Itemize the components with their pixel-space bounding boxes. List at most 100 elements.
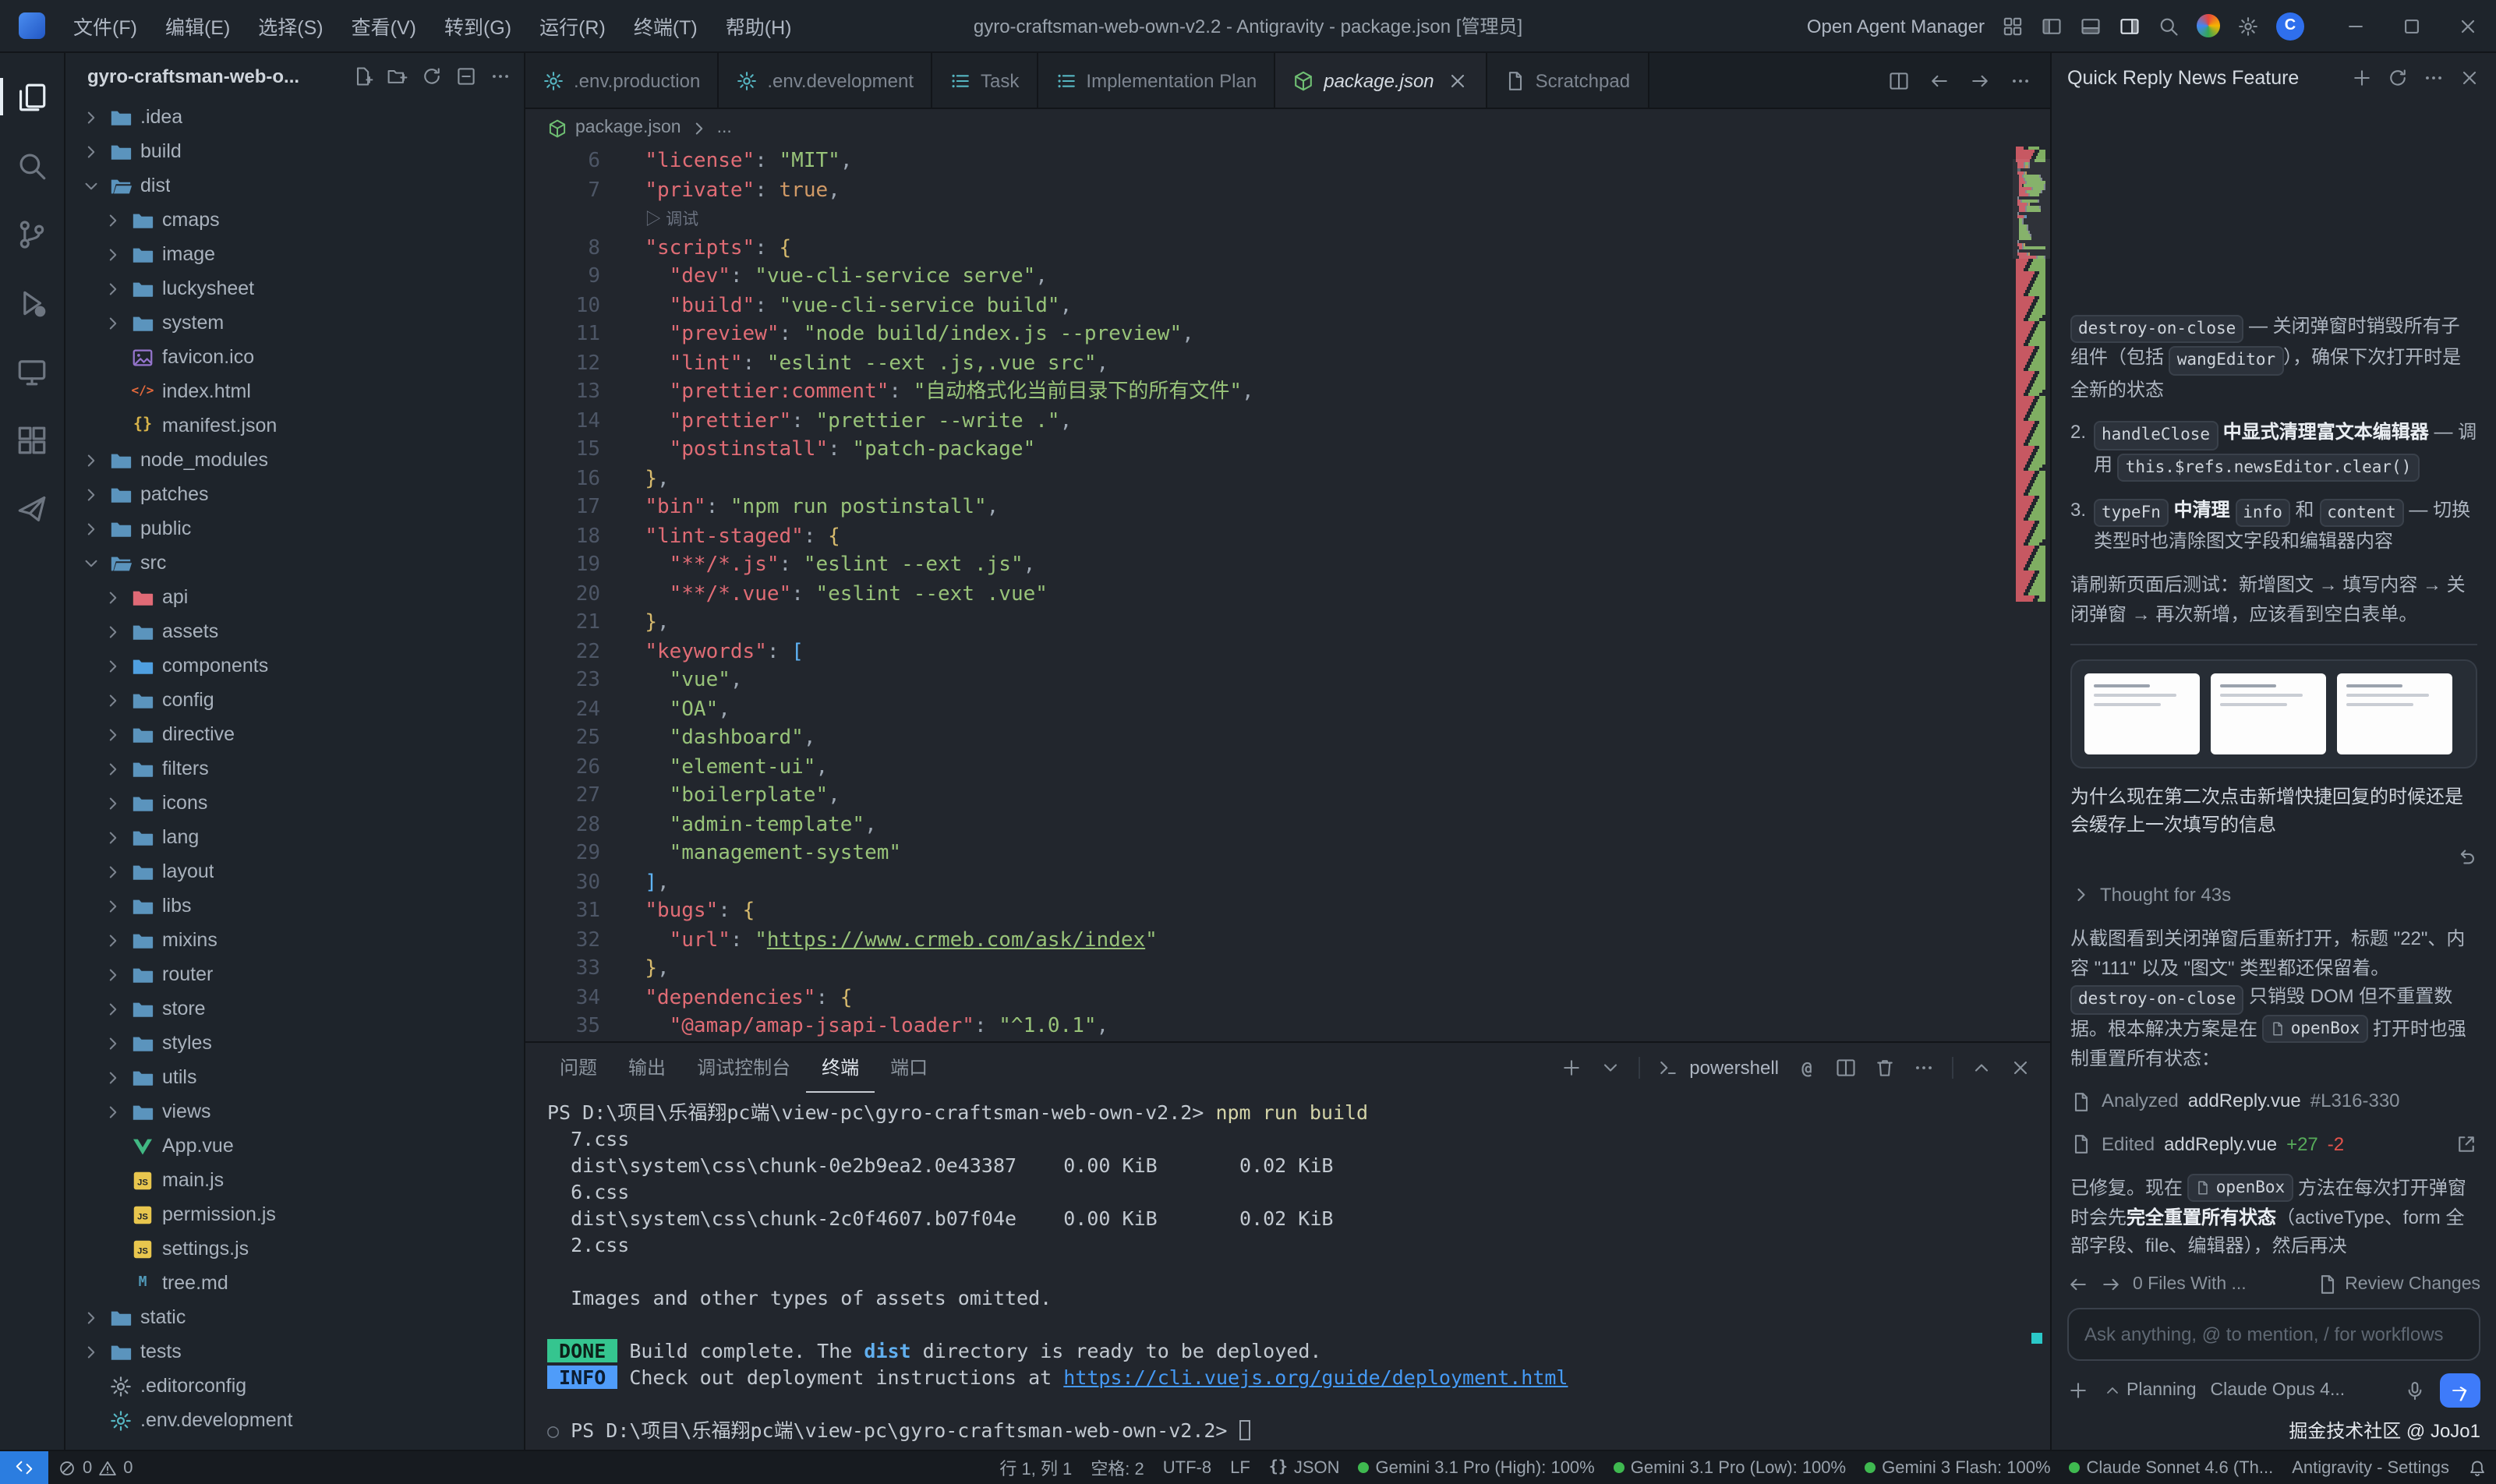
tree-item[interactable]: build — [65, 134, 524, 168]
tree-item[interactable]: image — [65, 237, 524, 271]
breadcrumb-file[interactable]: package.json — [575, 118, 681, 137]
menu-运行(R)[interactable]: 运行(R) — [525, 0, 620, 51]
tree-item[interactable]: tests — [65, 1334, 524, 1369]
activitybar-search[interactable] — [0, 134, 65, 196]
split-terminal-icon[interactable] — [1835, 1057, 1857, 1079]
prev-change-icon[interactable] — [2067, 1274, 2089, 1295]
tree-item[interactable]: assets — [65, 614, 524, 648]
send-button[interactable] — [2440, 1373, 2480, 1408]
model-selector[interactable]: Claude Opus 4... — [2211, 1381, 2346, 1400]
tree-item[interactable]: luckysheet — [65, 271, 524, 306]
panel-tab-调试控制台[interactable]: 调试控制台 — [681, 1043, 806, 1093]
tree-item[interactable]: router — [65, 957, 524, 991]
panel-tab-端口[interactable]: 端口 — [875, 1043, 943, 1093]
screenshot-thumbnail[interactable] — [2211, 673, 2326, 754]
kill-terminal-icon[interactable] — [1874, 1057, 1896, 1079]
attach-icon[interactable] — [2067, 1380, 2089, 1401]
minimize-button[interactable] — [2328, 0, 2384, 52]
new-file-icon[interactable] — [352, 65, 374, 87]
status-item[interactable]: LF — [1221, 1458, 1260, 1477]
mic-icon[interactable] — [2404, 1380, 2426, 1401]
tree-item[interactable]: Mtree.md — [65, 1266, 524, 1300]
tree-item[interactable]: App.vue — [65, 1129, 524, 1163]
tree-item[interactable]: static — [65, 1300, 524, 1334]
navigate-back-icon[interactable] — [1929, 69, 1950, 91]
collapse-folders-icon[interactable] — [455, 65, 477, 87]
symbol-chip[interactable]: openBox — [2263, 1014, 2368, 1043]
menu-文件(F)[interactable]: 文件(F) — [59, 0, 151, 51]
activitybar-remote-explorer[interactable] — [0, 340, 65, 402]
activitybar-agent-launcher[interactable] — [0, 477, 65, 539]
tab-.env.production[interactable]: .env.production — [525, 53, 719, 108]
open-agent-manager-button[interactable]: Open Agent Manager — [1807, 15, 1985, 37]
settings-gear-icon[interactable] — [2237, 15, 2259, 37]
screenshot-thumbnail[interactable] — [2084, 673, 2200, 754]
tree-item[interactable]: lang — [65, 820, 524, 854]
files-changed-label[interactable]: 0 Files With ... — [2133, 1275, 2247, 1294]
tree-item[interactable]: patches — [65, 477, 524, 511]
tree-item[interactable]: icons — [65, 786, 524, 820]
explorer-title[interactable]: gyro-craftsman-web-o... — [87, 65, 340, 87]
tree-item[interactable]: .editorconfig — [65, 1369, 524, 1403]
mode-selector[interactable]: Planning — [2103, 1381, 2197, 1400]
terminal-more-icon[interactable] — [1913, 1057, 1935, 1079]
close-agent-panel-icon[interactable] — [2459, 67, 2480, 89]
toggle-right-panel-icon[interactable] — [2119, 15, 2141, 37]
symbol-chip[interactable]: openBox — [2188, 1173, 2293, 1202]
problems-status[interactable]: 0 0 — [48, 1458, 143, 1477]
status-item[interactable]: Gemini 3.1 Pro (Low): 100% — [1604, 1458, 1855, 1477]
status-item[interactable]: Antigravity - Settings — [2282, 1458, 2459, 1477]
thread-history-icon[interactable] — [2387, 67, 2409, 89]
code-content[interactable]: "license": "MIT", "private": true, ▷ 调试 … — [600, 147, 2013, 1041]
agent-more-icon[interactable] — [2423, 67, 2445, 89]
review-changes-button[interactable]: Review Changes — [2317, 1274, 2480, 1295]
tree-item[interactable]: JSmain.js — [65, 1163, 524, 1197]
minimap-viewport[interactable] — [2013, 159, 2050, 259]
panel-tab-输出[interactable]: 输出 — [613, 1043, 681, 1093]
tree-item[interactable]: libs — [65, 889, 524, 923]
tree-item[interactable]: utils — [65, 1060, 524, 1094]
breadcrumb[interactable]: package.json ... — [525, 109, 2050, 147]
code-editor[interactable]: 6789101112131415161718192021222324252627… — [525, 147, 2050, 1041]
tree-item[interactable]: views — [65, 1094, 524, 1129]
new-terminal-icon[interactable] — [1560, 1057, 1582, 1079]
menu-编辑(E)[interactable]: 编辑(E) — [151, 0, 244, 51]
status-item[interactable]: UTF-8 — [1154, 1458, 1221, 1477]
search-icon[interactable] — [2158, 15, 2180, 37]
activitybar-source-control[interactable] — [0, 203, 65, 265]
new-folder-icon[interactable] — [387, 65, 408, 87]
maximize-button[interactable] — [2384, 0, 2440, 52]
menu-查看(V)[interactable]: 查看(V) — [338, 0, 430, 51]
toggle-bottom-panel-icon[interactable] — [2080, 15, 2102, 37]
retry-icon[interactable] — [2455, 845, 2477, 867]
tab-Implementation Plan[interactable]: Implementation Plan — [1038, 53, 1275, 108]
status-item[interactable]: 空格: 2 — [1081, 1455, 1153, 1480]
panel-tab-终端[interactable]: 终端 — [806, 1043, 875, 1093]
thought-toggle[interactable]: Thought for 43s — [2070, 881, 2477, 910]
tree-item[interactable]: {}manifest.json — [65, 408, 524, 443]
terminal-profile-dropdown-icon[interactable] — [1599, 1057, 1621, 1079]
tab-Scratchpad[interactable]: Scratchpad — [1487, 53, 1649, 108]
tree-item[interactable]: api — [65, 580, 524, 614]
tree-item[interactable]: layout — [65, 854, 524, 889]
menu-终端(T)[interactable]: 终端(T) — [620, 0, 712, 51]
remote-indicator[interactable] — [0, 1451, 48, 1484]
tree-item[interactable]: src — [65, 546, 524, 580]
tree-item[interactable]: directive — [65, 717, 524, 751]
close-tab-icon[interactable] — [1447, 69, 1469, 91]
agent-chat-input[interactable] — [2067, 1308, 2480, 1361]
tree-item[interactable]: styles — [65, 1026, 524, 1060]
new-thread-icon[interactable] — [2351, 67, 2373, 89]
split-editor-icon[interactable] — [1888, 69, 1910, 91]
explorer-more-icon[interactable] — [490, 65, 511, 87]
toggle-left-panel-icon[interactable] — [2041, 15, 2063, 37]
status-item[interactable]: Gemini 3.1 Pro (High): 100% — [1349, 1458, 1604, 1477]
tree-item[interactable]: cmaps — [65, 203, 524, 237]
activitybar-extensions[interactable] — [0, 408, 65, 471]
tab-.env.development[interactable]: .env.development — [719, 53, 932, 108]
activitybar-explorer[interactable] — [0, 65, 65, 128]
tree-item[interactable]: store — [65, 991, 524, 1026]
tree-item[interactable]: node_modules — [65, 443, 524, 477]
tree-item[interactable]: public — [65, 511, 524, 546]
activitybar-run-debug[interactable] — [0, 271, 65, 334]
